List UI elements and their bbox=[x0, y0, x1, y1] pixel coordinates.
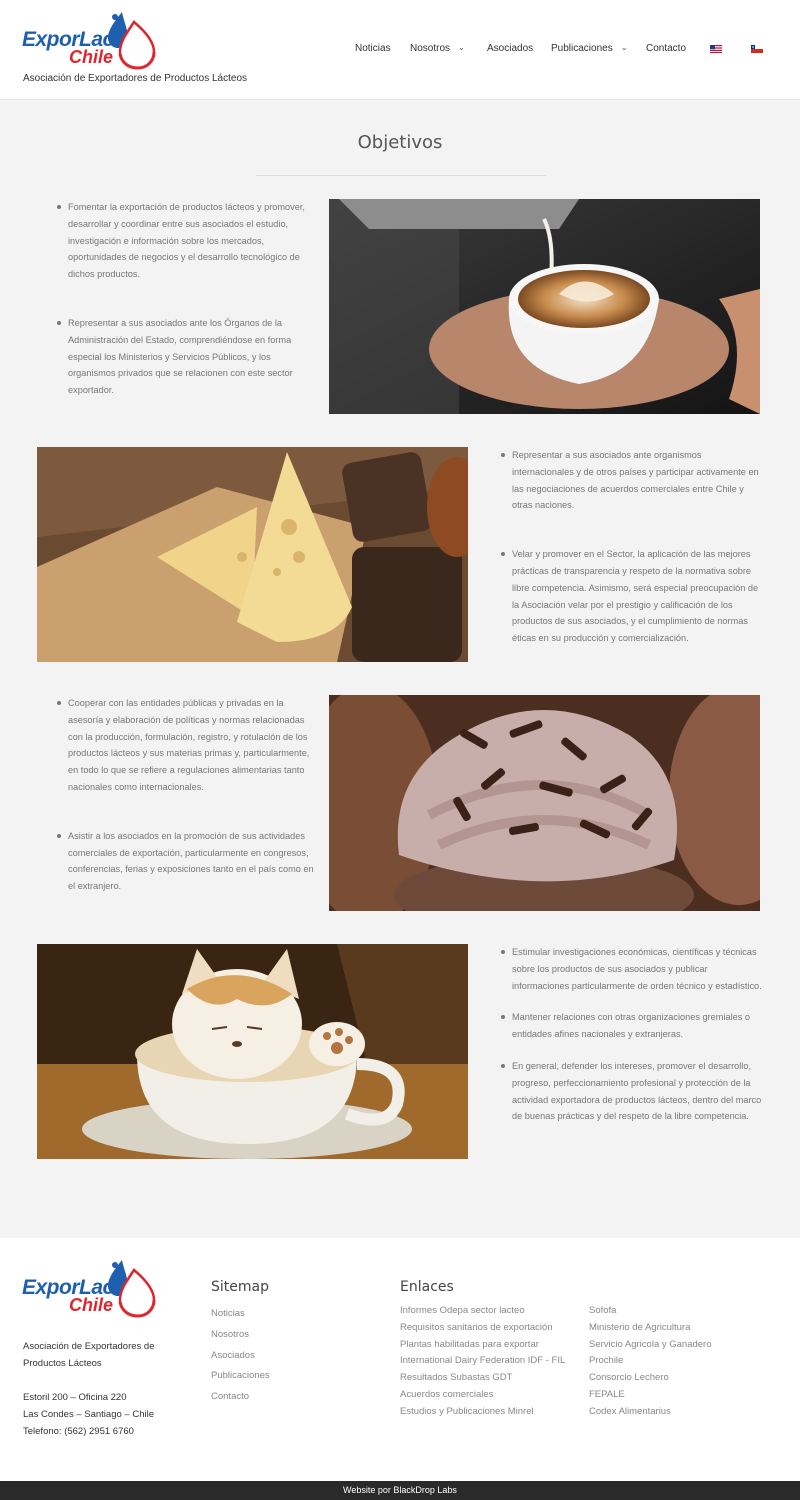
objective-item: En general, defender los intereses, prom… bbox=[501, 1058, 763, 1125]
dog-foam-coffee-photo bbox=[37, 944, 468, 1159]
footer-sitemap-link[interactable]: Asociados bbox=[211, 1346, 270, 1367]
objective-item: Fomentar la exportación de productos lác… bbox=[57, 199, 315, 283]
chevron-down-icon: ⌄ bbox=[458, 43, 465, 52]
objectives-text-block-4: Estimular investigaciones económicas, ci… bbox=[501, 944, 763, 1125]
footer-links-col-2: Sofofa Ministerio de Agricultura Servici… bbox=[589, 1303, 712, 1421]
cheese-and-bread-photo bbox=[37, 447, 468, 662]
footer-sitemap-link[interactable]: Publicaciones bbox=[211, 1366, 270, 1387]
nav-item-label: Nosotros bbox=[410, 43, 451, 54]
nav-item-label: Asociados bbox=[487, 43, 534, 54]
objective-item: Representar a sus asociados ante organis… bbox=[501, 447, 763, 514]
footer-external-link[interactable]: Ministerio de Agricultura bbox=[589, 1320, 712, 1337]
footer-external-link[interactable]: Informes Odepa sector lacteo bbox=[400, 1303, 565, 1320]
objectives-text-block-1: Fomentar la exportación de productos lác… bbox=[57, 199, 315, 399]
footer-external-link[interactable]: Requisitos sanitarios de exportación bbox=[400, 1320, 565, 1337]
footer-sitemap-title: Sitemap bbox=[211, 1279, 269, 1295]
nav-item-label: Noticias bbox=[355, 43, 391, 54]
page-title: Objetivos bbox=[357, 132, 443, 153]
objective-item: Mantener relaciones con otras organizaci… bbox=[501, 1009, 763, 1043]
chile-flag-icon[interactable] bbox=[751, 45, 763, 53]
footer-sitemap-link[interactable]: Nosotros bbox=[211, 1325, 270, 1346]
latte-art-cup-photo bbox=[329, 199, 760, 414]
site-header: ExporLac Chile Asociación de Exportadore… bbox=[0, 0, 800, 100]
footer-credit-bar: Website por BlackDrop Labs bbox=[0, 1481, 800, 1500]
nav-item-noticias[interactable]: Noticias bbox=[355, 43, 391, 54]
footer-external-link[interactable]: Consorcio Lechero bbox=[589, 1370, 712, 1387]
title-divider bbox=[256, 175, 546, 176]
nav-item-label: Publicaciones bbox=[551, 43, 613, 54]
nav-item-publicaciones[interactable]: Publicaciones ⌄ bbox=[551, 43, 627, 54]
footer-credit-link[interactable]: Website por BlackDrop Labs bbox=[343, 1485, 457, 1495]
nav-item-nosotros[interactable]: Nosotros ⌄ bbox=[410, 43, 465, 54]
nav-item-asociados[interactable]: Asociados bbox=[487, 43, 533, 54]
chocolate-cupcake-photo bbox=[329, 695, 760, 911]
logo-text-chile: Chile bbox=[69, 1295, 114, 1315]
footer-external-link[interactable]: Sofofa bbox=[589, 1303, 712, 1320]
footer-external-link[interactable]: Prochile bbox=[589, 1353, 712, 1370]
objective-item: Asistir a los asociados en la promoción … bbox=[57, 828, 315, 895]
objectives-text-block-3: Cooperar con las entidades públicas y pr… bbox=[57, 695, 315, 895]
footer-links-col-1: Informes Odepa sector lacteo Requisitos … bbox=[400, 1303, 565, 1421]
footer-external-link[interactable]: Acuerdos comerciales bbox=[400, 1387, 565, 1404]
chevron-down-icon: ⌄ bbox=[620, 43, 628, 52]
footer-external-link[interactable]: FEPALE bbox=[589, 1387, 712, 1404]
footer-address: Estoril 200 – Oficina 220 Las Condes – S… bbox=[23, 1389, 154, 1440]
footer-external-link[interactable]: Plantas habilitadas para exportar bbox=[400, 1337, 565, 1354]
site-logo[interactable]: ExporLac Chile bbox=[22, 8, 162, 70]
footer-external-link[interactable]: International Dairy Federation IDF - FIL bbox=[400, 1353, 565, 1370]
objective-item: Representar a sus asociados ante los Órg… bbox=[57, 315, 315, 399]
footer-sitemap-link[interactable]: Contacto bbox=[211, 1387, 270, 1408]
footer-phone: Telefono: (562) 2951 6760 bbox=[23, 1426, 134, 1437]
footer-external-link[interactable]: Servicio Agricola y Ganadero bbox=[589, 1337, 712, 1354]
objectives-text-block-2: Representar a sus asociados ante organis… bbox=[501, 447, 763, 647]
footer-address-line: Las Condes – Santiago – Chile bbox=[23, 1409, 154, 1420]
footer-external-link[interactable]: Estudios y Publicaciones Minrel bbox=[400, 1404, 565, 1421]
site-tagline: Asociación de Exportadores de Productos … bbox=[23, 73, 248, 84]
site-footer: ExporLac Chile Asociación de Exportadore… bbox=[0, 1238, 800, 1481]
footer-sitemap-list: Noticias Nosotros Asociados Publicacione… bbox=[211, 1304, 270, 1408]
objective-item: Cooperar con las entidades públicas y pr… bbox=[57, 695, 315, 796]
footer-external-link[interactable]: Resultados Subastas GDT bbox=[400, 1370, 565, 1387]
footer-external-link[interactable]: Codex Alimentarius bbox=[589, 1404, 712, 1421]
footer-links-title: Enlaces bbox=[400, 1279, 454, 1295]
footer-logo[interactable]: ExporLac Chile bbox=[22, 1256, 162, 1318]
footer-address-line: Estoril 200 – Oficina 220 bbox=[23, 1392, 127, 1403]
main-nav: Noticias Nosotros ⌄ Asociados Publicacion… bbox=[0, 43, 800, 57]
footer-sitemap-link[interactable]: Noticias bbox=[211, 1304, 270, 1325]
footer-assoc-name: Asociación de Exportadores de Productos … bbox=[23, 1341, 155, 1369]
nav-item-contacto[interactable]: Contacto bbox=[646, 43, 686, 54]
objective-item: Velar y promover en el Sector, la aplica… bbox=[501, 546, 763, 647]
objective-item: Estimular investigaciones económicas, ci… bbox=[501, 944, 763, 994]
nav-item-label: Contacto bbox=[646, 43, 687, 54]
us-flag-icon[interactable] bbox=[710, 45, 722, 53]
